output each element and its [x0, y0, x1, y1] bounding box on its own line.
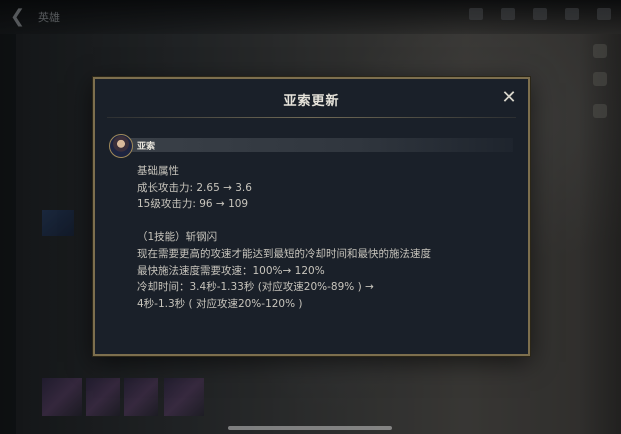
skill-heading: （1技能）斩钢闪 [137, 231, 218, 244]
close-icon[interactable]: ✕ [500, 89, 518, 107]
champion-name-bar [123, 138, 513, 152]
base-stats-heading: 基础属性 [137, 165, 179, 177]
cooldown-line: 冷却时间：3.4秒-1.33秒 (对应攻速20%-89% ) → [137, 281, 374, 294]
growth-attack-line: 成长攻击力: 2.65 → 3.6 [137, 181, 252, 194]
champion-row: 亚索 [109, 134, 514, 158]
level15-attack-line: 15级攻击力: 96 → 109 [137, 198, 249, 211]
skill-description: 现在需要更高的攻速才能达到最短的冷却时间和最快的施法速度 [137, 247, 431, 260]
cooldown-line-continued: 4秒-1.3秒 ( 对应攻速20%-120% ) [137, 297, 303, 310]
patch-notes: 基础属性 成长攻击力: 2.65 → 3.6 15级攻击力: 96 → 109 … [137, 163, 507, 312]
dialog-title: 亚索更新 [283, 94, 340, 109]
header-divider [107, 117, 516, 118]
fastest-cast-line: 最快施法速度需要攻速：100%→ 120% [137, 264, 325, 277]
champion-avatar [109, 134, 133, 158]
update-dialog: 亚索更新 ✕ 亚索 基础属性 成长攻击力: 2.65 → 3.6 15级攻击力:… [93, 77, 530, 356]
home-indicator[interactable] [228, 426, 392, 430]
dialog-header: 亚索更新 ✕ [95, 79, 528, 117]
champion-name: 亚索 [137, 142, 156, 152]
